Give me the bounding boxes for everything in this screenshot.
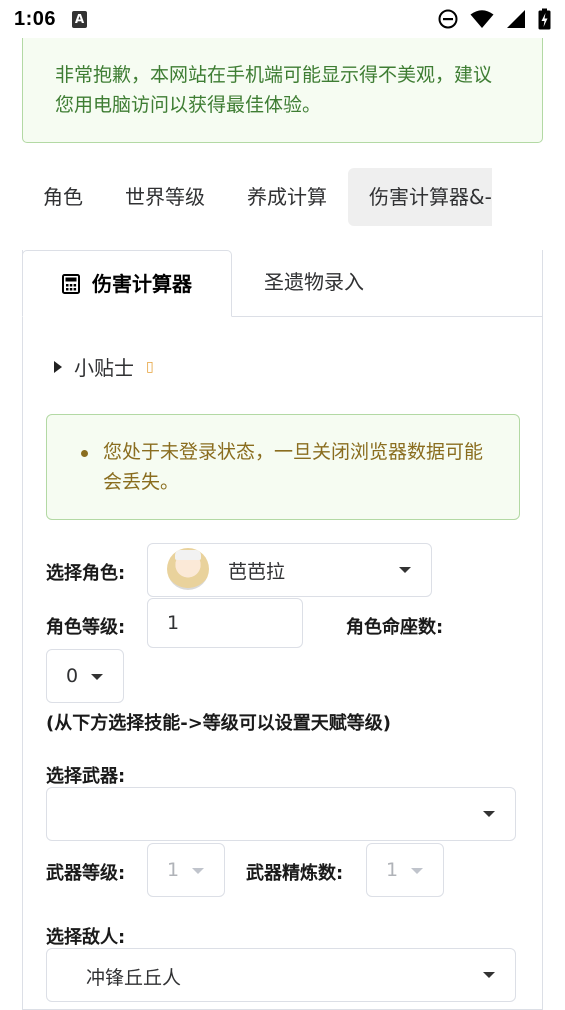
constellation-select[interactable] xyxy=(46,649,124,703)
character-level-label: 角色等级: xyxy=(46,617,126,638)
select-enemy-label: 选择敌人: xyxy=(46,927,126,948)
nav-tab-world-level[interactable]: 世界等级 xyxy=(104,168,226,226)
nav-tab-character[interactable]: 角色 xyxy=(22,168,104,226)
refine-value: 1 xyxy=(386,859,399,881)
weapon-level-label: 武器等级: xyxy=(46,863,126,884)
select-character-label: 选择角色: xyxy=(46,563,126,584)
talent-hint: (从下方选择技能->等级可以设置天赋等级) xyxy=(46,713,392,734)
tips-emoji-icon: ▯ xyxy=(146,358,154,375)
status-time: 1:06 xyxy=(14,7,57,30)
constellation-label: 角色命座数: xyxy=(346,617,444,638)
character-level-value: 1 xyxy=(167,612,180,634)
tab-damage-calculator-label: 伤害计算器 xyxy=(92,271,192,296)
main-nav-tabs: 角色 世界等级 养成计算 伤害计算器&- xyxy=(22,168,565,226)
calculator-icon xyxy=(62,273,80,294)
chevron-down-icon xyxy=(483,811,495,817)
refine-label: 武器精炼数: xyxy=(246,863,344,884)
nav-tab-growth-calc[interactable]: 养成计算 xyxy=(226,168,348,226)
character-select-value: 芭芭拉 xyxy=(228,561,286,583)
status-icons xyxy=(438,8,551,30)
weapon-level-value: 1 xyxy=(167,859,180,881)
refine-select[interactable] xyxy=(366,843,444,897)
sub-tabs: 伤害计算器 圣遗物录入 xyxy=(22,250,543,317)
chevron-down-icon xyxy=(411,868,423,874)
select-weapon-label: 选择武器: xyxy=(46,766,126,787)
chevron-down-icon xyxy=(91,674,103,680)
chevron-down-icon xyxy=(192,868,204,874)
disclosure-triangle-icon xyxy=(54,360,62,373)
dnd-icon xyxy=(438,9,458,29)
tab-damage-calculator[interactable]: 伤害计算器 xyxy=(22,250,232,317)
signal-icon xyxy=(507,10,525,28)
weapon-select[interactable] xyxy=(46,787,516,841)
constellation-value: 0 xyxy=(66,665,79,687)
wifi-icon xyxy=(470,10,494,28)
character-avatar xyxy=(167,548,209,590)
bullet-dot xyxy=(81,450,88,457)
chevron-down-icon xyxy=(399,567,411,573)
battery-icon xyxy=(538,8,551,30)
chevron-down-icon xyxy=(483,972,495,978)
app-notification-icon: A xyxy=(72,10,88,28)
tips-label: 小贴士 xyxy=(74,356,134,380)
login-alert-text: 您处于未登录状态，一旦关闭浏览器数据可能会丢失。 xyxy=(103,441,484,493)
nav-tab-damage-calc[interactable]: 伤害计算器&- xyxy=(348,168,492,226)
tab-artifact-input[interactable]: 圣遗物录入 xyxy=(232,250,543,317)
enemy-select-value: 冲锋丘丘人 xyxy=(86,967,182,989)
login-alert: 您处于未登录状态，一旦关闭浏览器数据可能会丢失。 xyxy=(46,414,520,520)
mobile-warning-notice: 非常抱歉，本网站在手机端可能显示得不美观，建议您用电脑访问以获得最佳体验。 xyxy=(22,38,543,143)
status-bar: 1:06 A xyxy=(0,0,565,38)
tips-disclosure[interactable]: 小贴士 ▯ xyxy=(54,352,154,381)
weapon-level-select[interactable] xyxy=(147,843,225,897)
